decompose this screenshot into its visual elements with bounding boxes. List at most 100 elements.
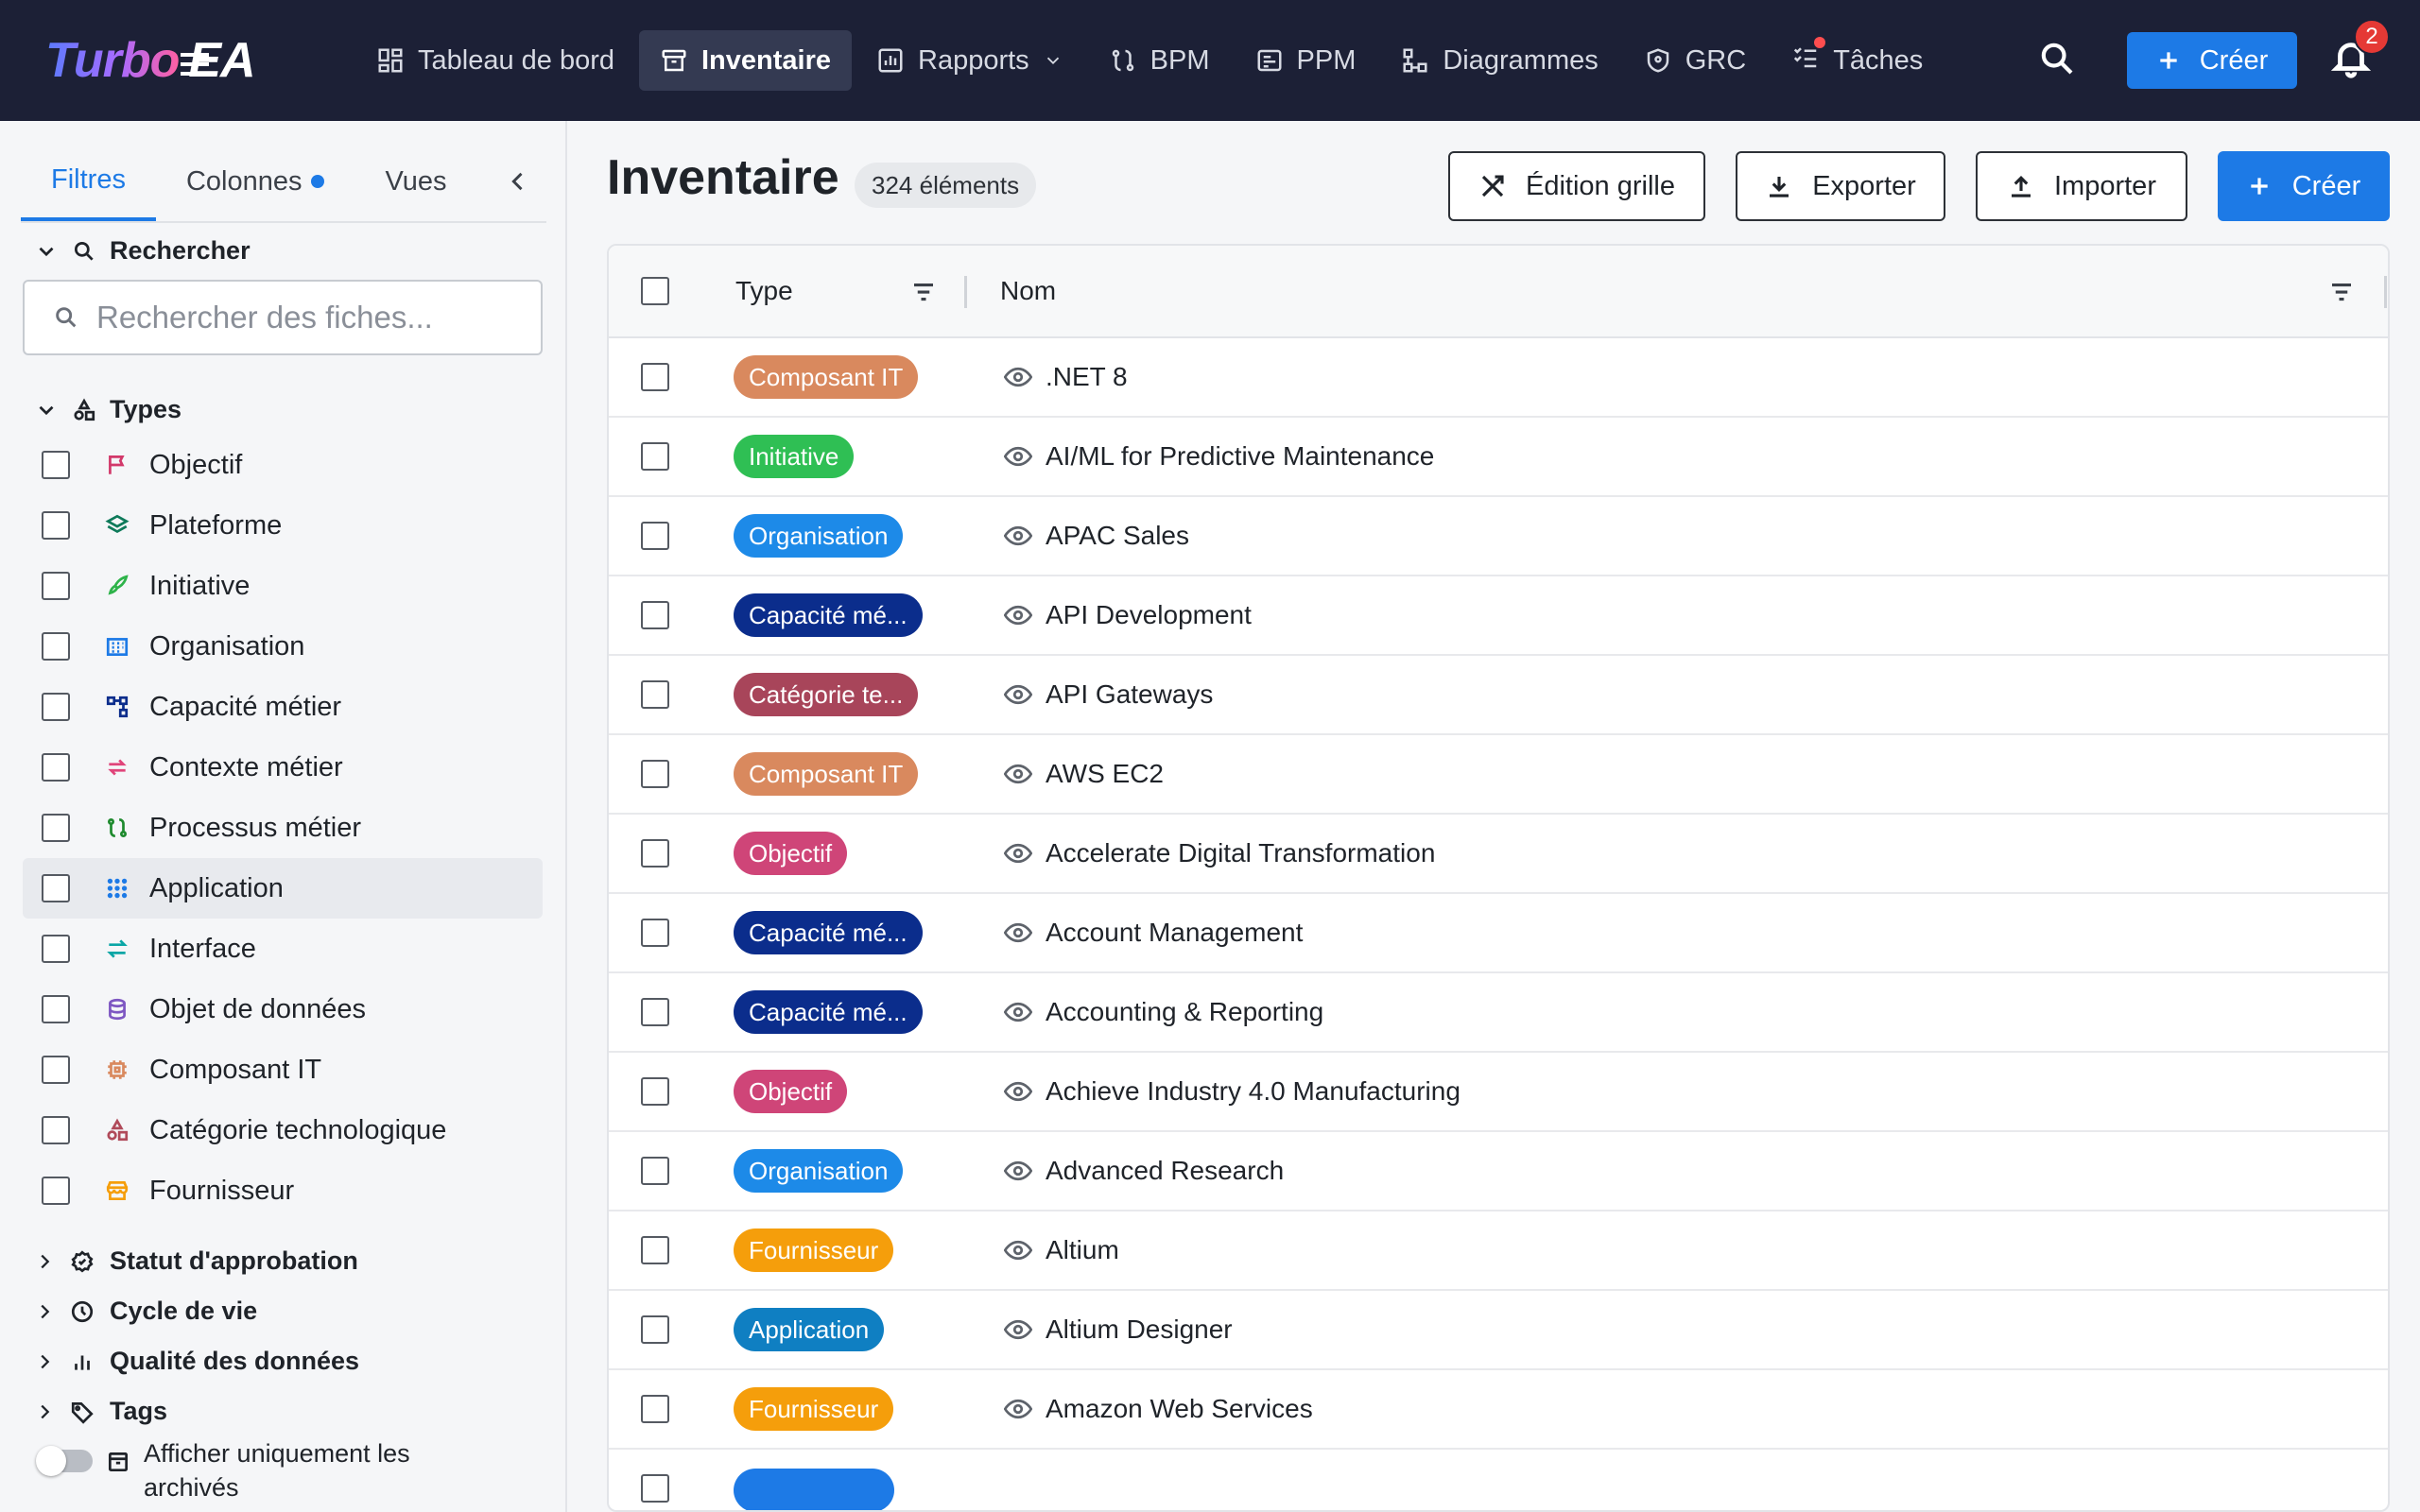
lifecycle-section[interactable]: Cycle de vie: [34, 1286, 544, 1336]
table-row[interactable]: Objectif Achieve Industry 4.0 Manufacturi…: [609, 1053, 2388, 1132]
type-filter-organisation[interactable]: Organisation: [23, 616, 543, 677]
type-filter-composant-it[interactable]: Composant IT: [23, 1040, 543, 1100]
approval-status-section[interactable]: Statut d'approbation: [34, 1236, 544, 1286]
top-create-button[interactable]: Créer: [2127, 32, 2297, 89]
view-button[interactable]: [1003, 1159, 1033, 1188]
card-name-link[interactable]: Altium Designer: [1046, 1314, 1233, 1345]
search-input[interactable]: [96, 300, 522, 335]
type-checkbox[interactable]: [42, 1056, 70, 1084]
type-checkbox[interactable]: [42, 874, 70, 902]
search-section-toggle[interactable]: Rechercher: [34, 236, 251, 266]
card-name-link[interactable]: Altium: [1046, 1235, 1119, 1265]
table-row[interactable]: Fournisseur Amazon Web Services: [609, 1370, 2388, 1450]
grid-edit-button[interactable]: Édition grille: [1448, 151, 1705, 221]
table-row[interactable]: Capacité mé... API Development: [609, 576, 2388, 656]
row-checkbox[interactable]: [641, 442, 669, 471]
row-checkbox[interactable]: [641, 919, 669, 947]
card-name-link[interactable]: Accounting & Reporting: [1046, 997, 1323, 1027]
view-button[interactable]: [1003, 524, 1033, 553]
table-row[interactable]: Application Altium Designer: [609, 1291, 2388, 1370]
tab-columns[interactable]: Colonnes: [156, 142, 355, 221]
type-filter-fournisseur[interactable]: Fournisseur: [23, 1160, 543, 1221]
type-checkbox[interactable]: [42, 1116, 70, 1144]
type-filter-objectif[interactable]: Objectif: [23, 435, 543, 495]
row-checkbox[interactable]: [641, 760, 669, 788]
table-row[interactable]: Capacité mé... Accounting & Reporting: [609, 973, 2388, 1053]
view-button[interactable]: [1003, 920, 1033, 950]
row-checkbox[interactable]: [641, 1077, 669, 1106]
view-button[interactable]: [1003, 365, 1033, 394]
select-all-checkbox[interactable]: [641, 277, 669, 305]
type-filter-contexte-metier[interactable]: Contexte métier: [23, 737, 543, 798]
view-button[interactable]: [1003, 682, 1033, 712]
type-checkbox[interactable]: [42, 632, 70, 661]
view-button[interactable]: [1003, 603, 1033, 632]
view-button[interactable]: [1003, 841, 1033, 870]
row-checkbox[interactable]: [641, 998, 669, 1026]
archived-toggle[interactable]: [36, 1446, 93, 1476]
type-checkbox[interactable]: [42, 572, 70, 600]
create-button[interactable]: Créer: [2218, 151, 2390, 221]
card-name-link[interactable]: APAC Sales: [1046, 521, 1189, 551]
nav-ppm[interactable]: PPM: [1235, 30, 1377, 91]
row-checkbox[interactable]: [641, 680, 669, 709]
nav-reports[interactable]: Rapports: [856, 30, 1084, 91]
row-checkbox[interactable]: [641, 1395, 669, 1423]
column-resize-handle[interactable]: [964, 276, 967, 308]
table-row[interactable]: Organisation APAC Sales: [609, 497, 2388, 576]
type-filter-capacite-metier[interactable]: Capacité métier: [23, 677, 543, 737]
type-checkbox[interactable]: [42, 511, 70, 540]
table-row[interactable]: Composant IT AWS EC2: [609, 735, 2388, 815]
row-checkbox[interactable]: [641, 1315, 669, 1344]
column-resize-handle[interactable]: [2384, 276, 2387, 308]
turboea-logo[interactable]: Turbo EA: [45, 28, 256, 93]
card-name-link[interactable]: AI/ML for Predictive Maintenance: [1046, 441, 1434, 472]
data-quality-section[interactable]: Qualité des données: [34, 1336, 544, 1386]
card-name-link[interactable]: AWS EC2: [1046, 759, 1164, 789]
nav-diagrams[interactable]: Diagrammes: [1380, 30, 1618, 91]
table-row[interactable]: Composant IT .NET 8: [609, 338, 2388, 418]
card-name-link[interactable]: .NET 8: [1046, 362, 1128, 392]
card-name-link[interactable]: Accelerate Digital Transformation: [1046, 838, 1435, 868]
view-button[interactable]: [1003, 1000, 1033, 1029]
nav-bpm[interactable]: BPM: [1088, 30, 1231, 91]
table-row[interactable]: Objectif Accelerate Digital Transformatio…: [609, 815, 2388, 894]
nav-tasks[interactable]: Tâches: [1771, 30, 1944, 91]
type-filter-application[interactable]: Application: [23, 858, 543, 919]
card-name-link[interactable]: API Gateways: [1046, 679, 1213, 710]
view-button[interactable]: [1003, 444, 1033, 473]
row-checkbox[interactable]: [641, 522, 669, 550]
type-checkbox[interactable]: [42, 1177, 70, 1205]
nav-inventory[interactable]: Inventaire: [639, 30, 852, 91]
view-button[interactable]: [1003, 1079, 1033, 1108]
row-checkbox[interactable]: [641, 1474, 669, 1503]
collapse-sidebar-button[interactable]: [505, 142, 546, 221]
tab-filters[interactable]: Filtres: [21, 142, 156, 221]
type-column-filter[interactable]: [909, 278, 938, 311]
card-name-link[interactable]: Amazon Web Services: [1046, 1394, 1313, 1424]
tab-views[interactable]: Vues: [354, 142, 476, 221]
table-row[interactable]: Capacité mé... Account Management: [609, 894, 2388, 973]
import-button[interactable]: Importer: [1976, 151, 2187, 221]
type-checkbox[interactable]: [42, 451, 70, 479]
view-button[interactable]: [1003, 1238, 1033, 1267]
row-checkbox[interactable]: [641, 839, 669, 868]
card-name-link[interactable]: Advanced Research: [1046, 1156, 1284, 1186]
row-checkbox[interactable]: [641, 601, 669, 629]
name-column-filter[interactable]: [2327, 278, 2356, 311]
tags-section[interactable]: Tags: [34, 1386, 544, 1436]
type-filter-interface[interactable]: Interface: [23, 919, 543, 979]
table-row[interactable]: Organisation Advanced Research: [609, 1132, 2388, 1211]
type-checkbox[interactable]: [42, 935, 70, 963]
search-field[interactable]: [23, 280, 543, 355]
card-name-link[interactable]: Account Management: [1046, 918, 1303, 948]
global-search-button[interactable]: [2038, 40, 2080, 81]
nav-dashboard[interactable]: Tableau de bord: [355, 30, 635, 91]
types-section-toggle[interactable]: Types: [34, 395, 182, 424]
type-filter-categorie-technologique[interactable]: Catégorie technologique: [23, 1100, 543, 1160]
type-filter-initiative[interactable]: Initiative: [23, 556, 543, 616]
nav-grc[interactable]: GRC: [1623, 30, 1767, 91]
type-filter-plateforme[interactable]: Plateforme: [23, 495, 543, 556]
card-name-link[interactable]: API Development: [1046, 600, 1252, 630]
table-row[interactable]: Fournisseur Altium: [609, 1211, 2388, 1291]
